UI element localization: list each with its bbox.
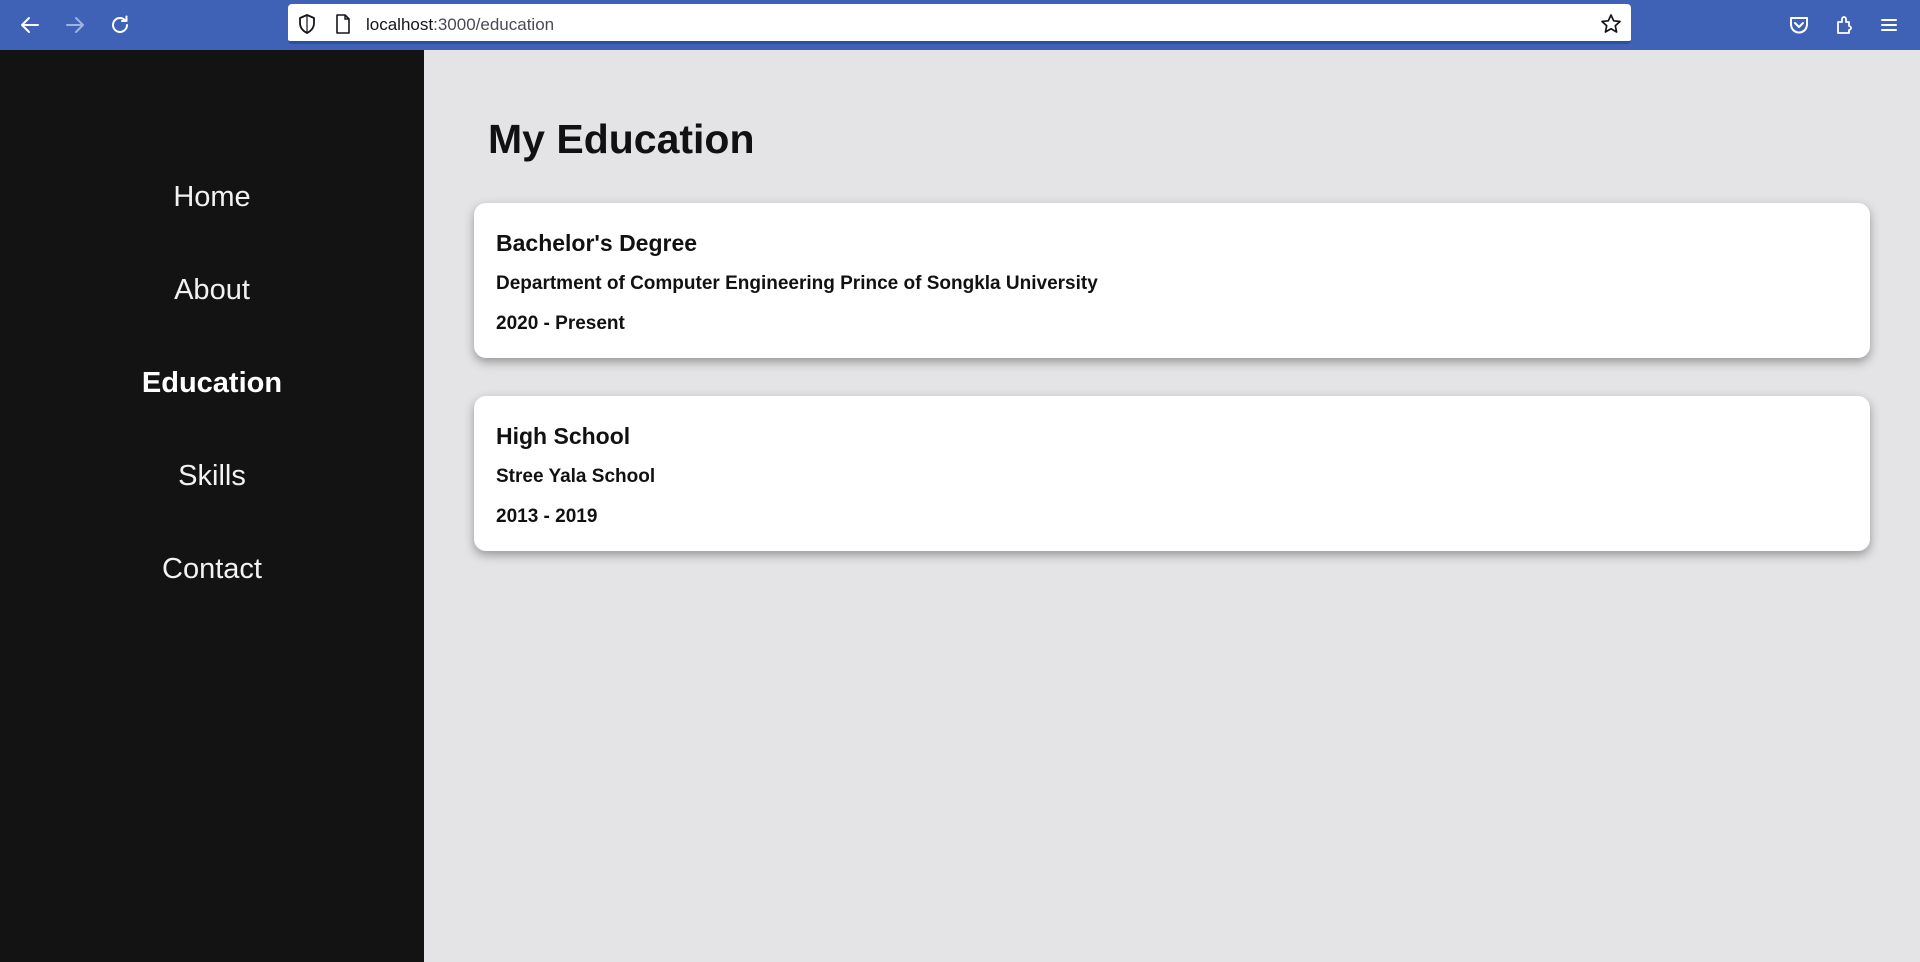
card-degree: High School bbox=[496, 423, 631, 449]
forward-arrow-icon bbox=[66, 17, 84, 33]
sidebar-item-contact[interactable]: Contact bbox=[0, 553, 424, 586]
pocket-button[interactable] bbox=[1784, 10, 1814, 40]
url-text[interactable]: localhost:3000/education bbox=[366, 15, 554, 35]
app-menu-button[interactable] bbox=[1874, 10, 1904, 40]
page-title: My Education bbox=[488, 116, 755, 162]
menu-icon bbox=[1881, 19, 1897, 31]
card-degree: Bachelor's Degree bbox=[496, 230, 698, 256]
browser-toolbar: localhost:3000/education bbox=[0, 0, 1920, 50]
reload-button[interactable] bbox=[105, 10, 135, 40]
main-content: My Education Bachelor's Degree Departmen… bbox=[424, 50, 1920, 962]
pocket-icon bbox=[1790, 17, 1808, 34]
card-years: 2013 - 2019 bbox=[496, 506, 598, 527]
page-icon[interactable] bbox=[335, 14, 351, 39]
education-card: High School Stree Yala School 2013 - 201… bbox=[474, 396, 1870, 551]
address-bar[interactable]: localhost:3000/education bbox=[288, 4, 1631, 44]
extensions-icon bbox=[1837, 16, 1852, 34]
education-card: Bachelor's Degree Department of Computer… bbox=[474, 203, 1870, 358]
sidebar-item-skills[interactable]: Skills bbox=[0, 460, 424, 493]
sidebar: Home About Education Skills Contact bbox=[0, 50, 424, 962]
extensions-button[interactable] bbox=[1829, 10, 1859, 40]
sidebar-item-home[interactable]: Home bbox=[0, 181, 424, 214]
back-arrow-icon bbox=[21, 17, 39, 33]
card-institution: Stree Yala School bbox=[496, 466, 656, 487]
forward-button[interactable] bbox=[60, 10, 90, 40]
sidebar-item-education[interactable]: Education bbox=[0, 367, 424, 400]
card-years: 2020 - Present bbox=[496, 313, 625, 334]
shield-icon[interactable] bbox=[297, 13, 317, 40]
card-institution: Department of Computer Engineering Princ… bbox=[496, 273, 1098, 294]
sidebar-item-about[interactable]: About bbox=[0, 274, 424, 307]
reload-icon bbox=[112, 15, 128, 33]
back-button[interactable] bbox=[15, 10, 45, 40]
star-icon[interactable] bbox=[1600, 13, 1622, 40]
url-host: localhost bbox=[366, 15, 434, 34]
url-path: :3000/education bbox=[433, 15, 555, 34]
